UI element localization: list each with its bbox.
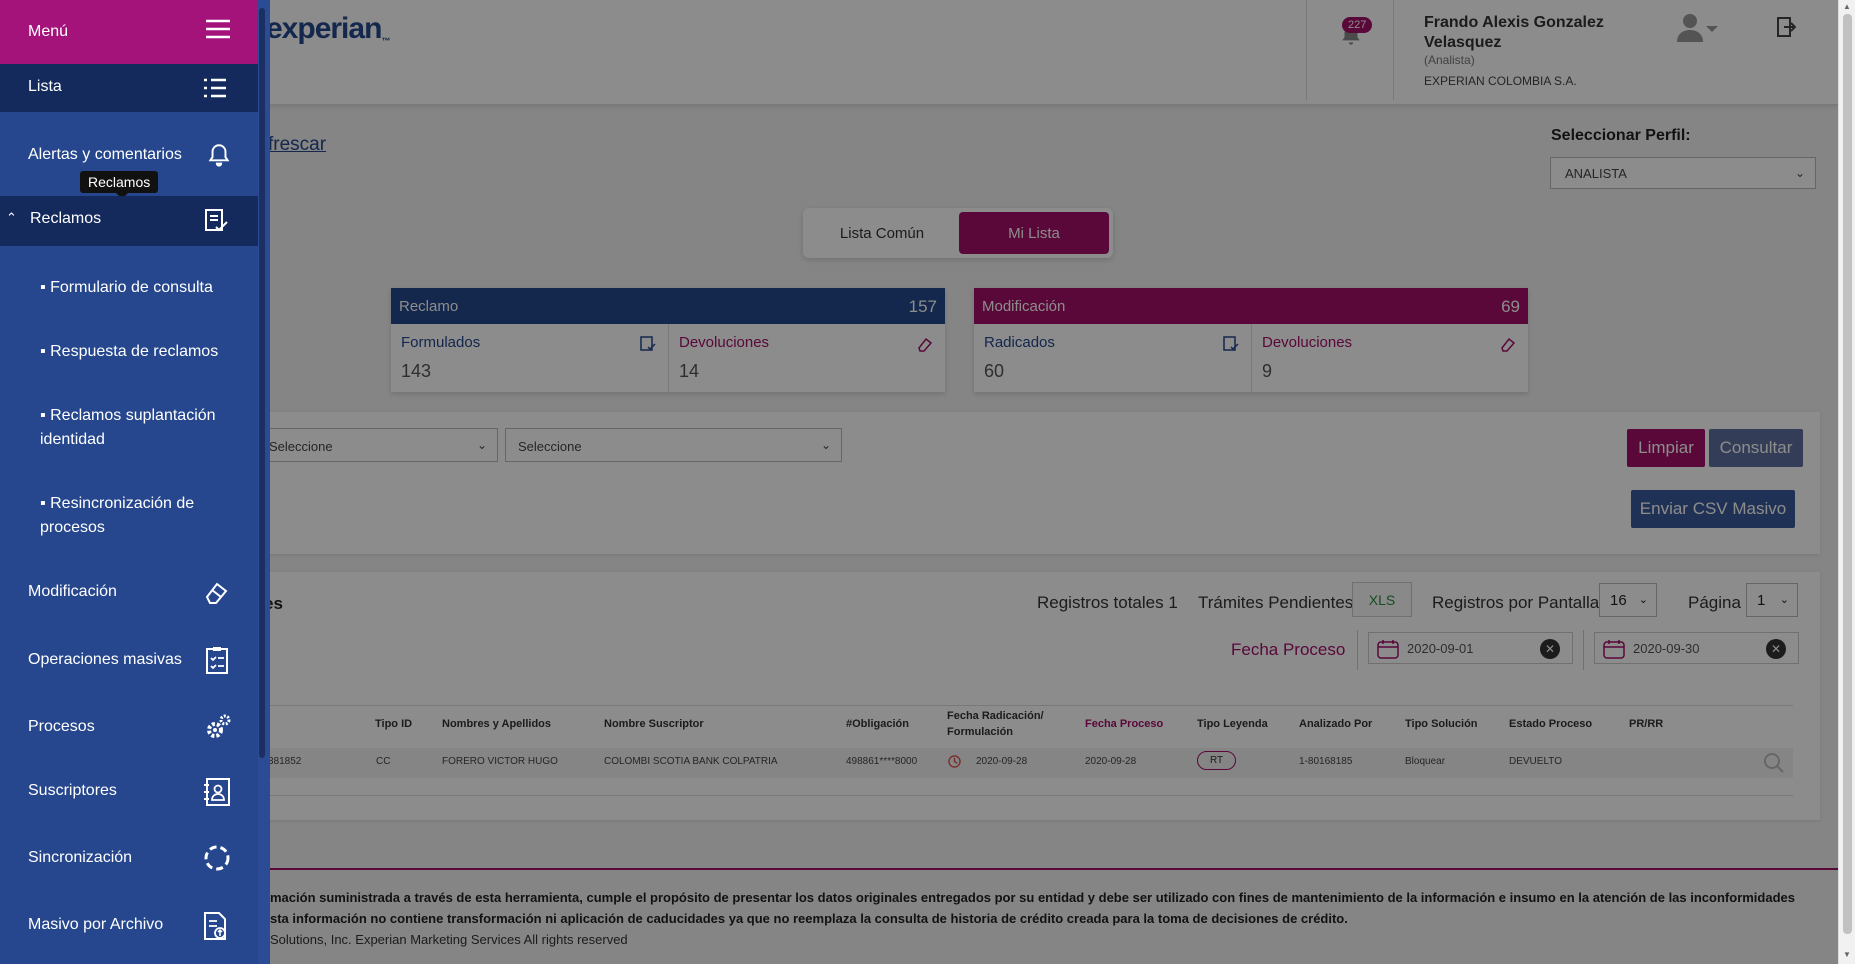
scroll-down-icon[interactable]: ▼: [1843, 950, 1851, 959]
document-check-icon: [205, 209, 228, 232]
side-menu: Menú Lista Alertas y comentarios Reclamo…: [0, 0, 258, 964]
sidebar-item-alertas[interactable]: Alertas y comentarios: [0, 136, 258, 176]
sync-icon: [204, 845, 230, 871]
sidebar-item-reclamos[interactable]: ⌃ Reclamos: [0, 196, 258, 246]
submenu-resincronizacion[interactable]: ▪ Resincronización de procesos: [40, 492, 230, 540]
submenu-respuesta[interactable]: ▪ Respuesta de reclamos: [40, 340, 230, 364]
modal-backdrop[interactable]: [0, 0, 1838, 964]
gears-icon: [207, 714, 231, 738]
scroll-up-icon[interactable]: ▲: [1843, 2, 1851, 11]
hamburger-icon[interactable]: [206, 19, 230, 39]
bell-icon: [208, 144, 230, 167]
file-upload-icon: [204, 912, 226, 940]
sidebar-item-modificacion[interactable]: Modificación: [0, 578, 258, 610]
sidebar-item-masivo[interactable]: Masivo por Archivo: [0, 911, 258, 943]
sidebar-item-lista[interactable]: Lista: [0, 64, 258, 112]
submenu-formulario[interactable]: ▪ Formulario de consulta: [40, 276, 230, 300]
menu-scrollbar-thumb[interactable]: [259, 8, 265, 758]
contact-book-icon: [204, 778, 230, 806]
menu-header: Menú: [0, 0, 258, 64]
eraser-icon: [205, 582, 228, 604]
checklist-icon: [206, 647, 228, 674]
submenu-suplantacion[interactable]: ▪ Reclamos suplantación identidad: [40, 404, 230, 452]
tooltip: Reclamos: [80, 171, 159, 199]
sidebar-item-procesos[interactable]: Procesos: [0, 713, 258, 745]
sidebar-item-suscriptores[interactable]: Suscriptores: [0, 777, 258, 809]
menu-title: Menú: [28, 23, 69, 40]
scrollbar-thumb[interactable]: [1843, 14, 1852, 934]
sidebar-item-sincronizacion[interactable]: Sincronización: [0, 844, 258, 876]
page-scrollbar[interactable]: ▲ ▼: [1838, 0, 1855, 964]
list-icon: [204, 78, 226, 98]
chevron-up-icon: ⌃: [6, 210, 17, 225]
menu-scrollbar[interactable]: [258, 0, 270, 964]
sidebar-item-operaciones[interactable]: Operaciones masivas: [0, 646, 258, 678]
